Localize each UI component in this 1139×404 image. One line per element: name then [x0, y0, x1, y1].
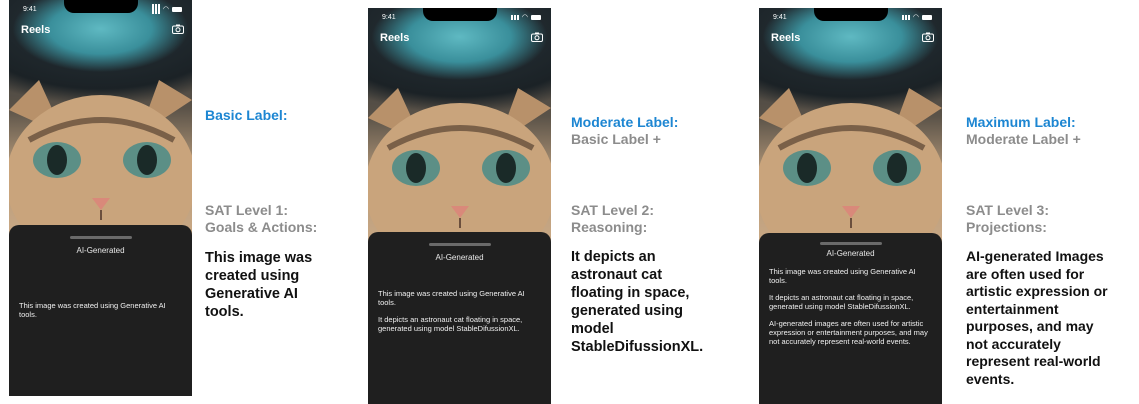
battery-icon	[531, 14, 541, 20]
astronaut-cat-image	[368, 88, 551, 248]
sheet-title: AI-Generated	[435, 253, 484, 262]
phone-mockup-moderate: 9:41 ◠ Reels AI-Generated This image was…	[368, 8, 551, 404]
description-line: It depicts an	[571, 249, 656, 265]
label-title: Basic Label:	[205, 107, 288, 123]
label-heading-maximum: Maximum Label: Moderate Label +	[966, 114, 1081, 148]
description-basic: This image was created using Generative …	[205, 249, 312, 321]
sat-name: Goals & Actions:	[205, 219, 318, 235]
label-heading-basic: Basic Label:	[205, 107, 287, 124]
wifi-icon: ◠	[912, 14, 919, 21]
battery-icon	[922, 14, 932, 20]
status-bar: 9:41 ◠	[773, 11, 932, 23]
status-time: 9:41	[773, 13, 787, 21]
description-line: floating in space,	[571, 285, 690, 301]
description-line: StableDifussionXL.	[571, 339, 704, 355]
label-title: Maximum Label:	[966, 114, 1076, 130]
sheet-paragraph: It depicts an astronaut cat floating in …	[769, 293, 914, 311]
description-line: Generative AI	[205, 286, 298, 302]
status-bar: 9:41 ◠	[382, 11, 541, 23]
description-line: artistic expression or	[966, 283, 1108, 299]
description-line: purposes, and may	[966, 318, 1094, 334]
reels-title: Reels	[771, 32, 801, 44]
camera-icon[interactable]	[922, 32, 934, 42]
label-subtitle: Moderate Label +	[966, 131, 1081, 147]
camera-icon[interactable]	[172, 24, 184, 34]
sheet-drag-handle[interactable]	[819, 242, 882, 245]
cat-photo	[9, 0, 192, 240]
sat-level: SAT Level 3:	[966, 202, 1049, 218]
sheet-paragraph: This image was created using Generative …	[378, 289, 525, 307]
cat-photo	[759, 8, 942, 248]
sheet-paragraph: This image was created using Generative …	[769, 267, 916, 285]
description-line: represent real-world	[966, 353, 1101, 369]
description-line: generated using	[571, 303, 683, 319]
sheet-body: This image was created using Generative …	[378, 289, 541, 341]
description-line: entertainment	[966, 300, 1059, 317]
sat-level-3: SAT Level 3: Projections:	[966, 202, 1049, 236]
phone-mockup-maximum: 9:41 ◠ Reels AI-Generated This image was…	[759, 8, 942, 404]
label-subtitle: Basic Label +	[571, 131, 661, 147]
sheet-title: AI-Generated	[76, 246, 125, 255]
description-line: tools.	[205, 304, 244, 320]
wifi-icon: ◠	[521, 14, 528, 21]
sheet-title: AI-Generated	[826, 249, 875, 258]
description-line: astronaut cat	[571, 267, 663, 283]
label-title: Moderate Label:	[571, 114, 679, 130]
description-line: are often used for	[966, 265, 1085, 282]
signal-icon	[901, 14, 910, 20]
sat-name: Reasoning:	[571, 219, 648, 235]
sheet-body: This image was created using Generative …	[19, 301, 182, 327]
sat-level-2: SAT Level 2: Reasoning:	[571, 202, 654, 236]
description-line: model	[571, 321, 614, 337]
signal-icon	[510, 14, 519, 20]
description-line: This image was	[205, 250, 313, 266]
sheet-body: This image was created using Generative …	[769, 267, 932, 354]
description-line: events.	[966, 370, 1015, 387]
sat-level: SAT Level 2:	[571, 202, 654, 218]
description-moderate: It depicts an astronaut cat floating in …	[571, 248, 703, 356]
camera-icon[interactable]	[531, 32, 543, 42]
reels-title: Reels	[380, 32, 410, 44]
signal-icon	[151, 4, 160, 14]
ai-label-sheet: AI-Generated This image was created usin…	[9, 225, 192, 396]
cat-photo	[368, 8, 551, 248]
sheet-paragraph: It depicts an astronaut cat floating in …	[378, 315, 523, 333]
sheet-paragraph: AI-generated images are often used for a…	[769, 319, 928, 346]
astronaut-cat-image	[9, 80, 192, 240]
status-time: 9:41	[23, 5, 37, 13]
sheet-drag-handle[interactable]	[69, 236, 132, 239]
label-heading-moderate: Moderate Label: Basic Label +	[571, 114, 678, 148]
phone-mockup-basic: 9:41 ◠ Reels AI-Generated This image was…	[9, 0, 192, 396]
sat-level: SAT Level 1:	[205, 202, 288, 218]
astronaut-cat-image	[759, 88, 942, 248]
reels-title: Reels	[21, 24, 51, 36]
wifi-icon: ◠	[162, 6, 169, 13]
sat-name: Projections:	[966, 219, 1047, 235]
description-maximum: AI-generated Images are often used for a…	[966, 248, 1108, 388]
ai-label-sheet: AI-Generated This image was created usin…	[759, 233, 942, 404]
description-line: not accurately	[966, 335, 1061, 352]
ai-label-sheet: AI-Generated This image was created usin…	[368, 232, 551, 404]
sheet-drag-handle[interactable]	[428, 243, 491, 246]
status-time: 9:41	[382, 13, 396, 21]
battery-icon	[172, 6, 182, 12]
description-line: created using	[205, 268, 300, 284]
sat-level-1: SAT Level 1: Goals & Actions:	[205, 202, 317, 236]
description-line: AI-generated Images	[966, 248, 1104, 264]
sheet-paragraph: This image was created using Generative …	[19, 301, 166, 319]
status-bar: 9:41 ◠	[23, 3, 182, 15]
